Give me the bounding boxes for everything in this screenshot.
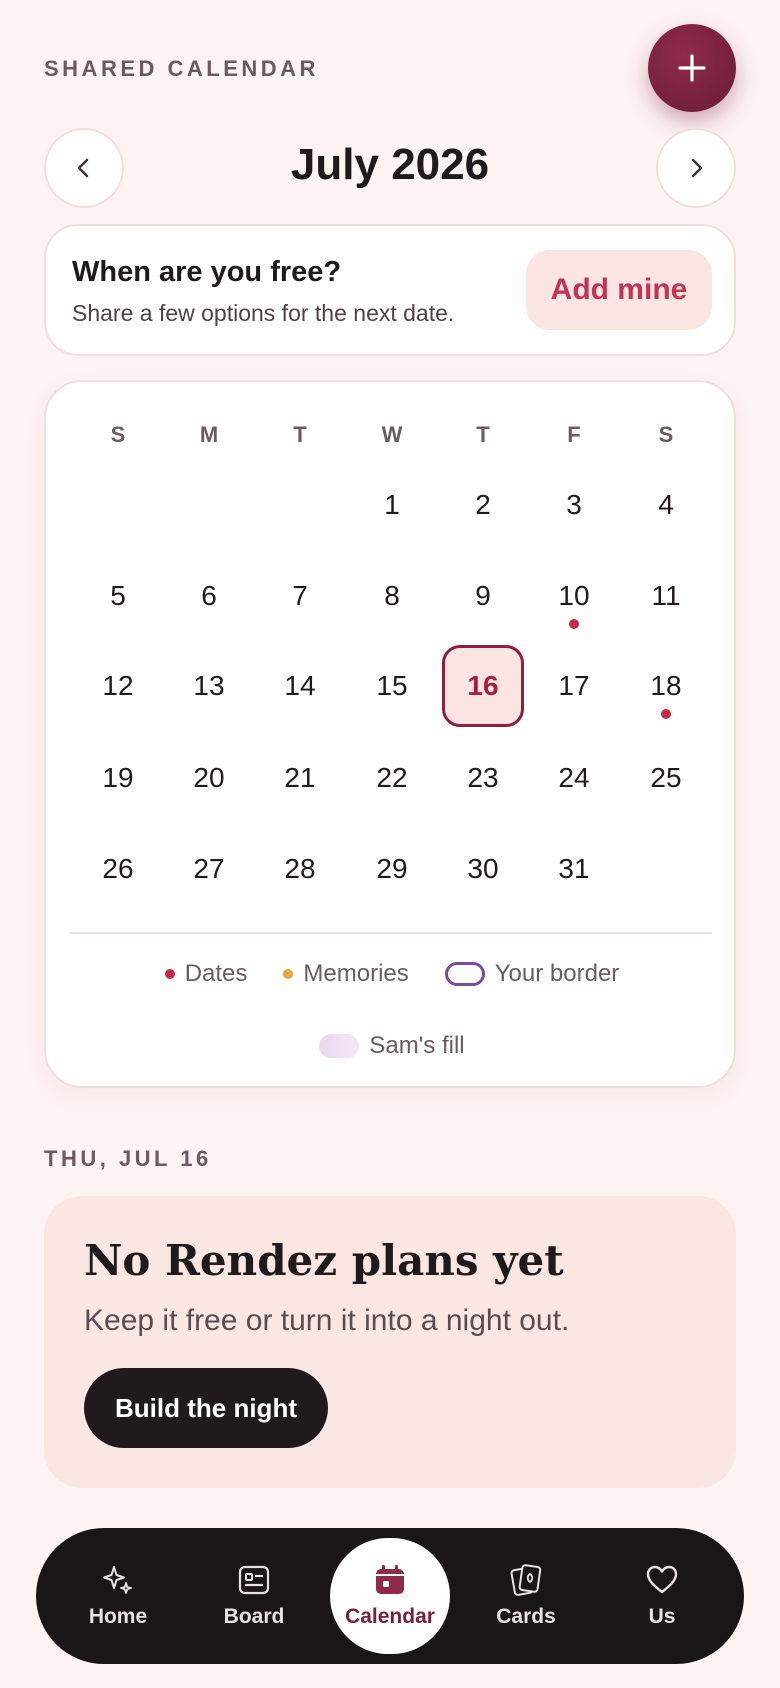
calendar-day[interactable]: 5 bbox=[77, 555, 159, 637]
plan-title: No Rendez plans yet bbox=[84, 1236, 564, 1285]
weekday-label: M bbox=[199, 422, 219, 447]
cards-icon bbox=[510, 1564, 542, 1596]
calendar-day[interactable]: 29 bbox=[351, 828, 433, 910]
memories-dot-icon bbox=[283, 969, 294, 979]
tab-cards-label: Cards bbox=[496, 1605, 556, 1628]
calendar-day[interactable]: 24 bbox=[533, 737, 615, 819]
calendar-day[interactable]: 13 bbox=[168, 645, 250, 727]
calendar-day[interactable]: 31 bbox=[533, 828, 615, 910]
calendar-day[interactable]: 1 bbox=[351, 464, 433, 546]
legend-sams-fill: Sam's fill bbox=[319, 1032, 465, 1060]
tab-home[interactable]: Home bbox=[58, 1542, 178, 1650]
selected-day-label: THU, JUL 16 bbox=[44, 1146, 212, 1171]
calendar-day[interactable]: 20 bbox=[168, 737, 250, 819]
plan-subtitle: Keep it free or turn it into a night out… bbox=[84, 1304, 570, 1337]
calendar-day[interactable]: 23 bbox=[442, 737, 524, 819]
tab-us-label: Us bbox=[648, 1605, 676, 1628]
weekday-label: S bbox=[658, 422, 674, 447]
calendar-day[interactable]: 21 bbox=[259, 737, 341, 819]
sams-fill-swatch-icon bbox=[319, 1034, 360, 1058]
legend-row-2: Sam's fill bbox=[46, 1032, 738, 1060]
calendar-day[interactable]: 12 bbox=[77, 645, 159, 727]
calendar-day[interactable]: 6 bbox=[168, 555, 250, 637]
month-title: July 2026 bbox=[290, 140, 490, 189]
tab-us[interactable]: Us bbox=[602, 1542, 722, 1650]
calendar-day[interactable]: 7 bbox=[259, 555, 341, 637]
calendar-icon bbox=[376, 1565, 404, 1594]
calendar-day[interactable]: 8 bbox=[351, 555, 433, 637]
calendar-day[interactable]: 11 bbox=[625, 555, 707, 637]
date-dot-icon bbox=[661, 709, 671, 719]
legend-memories-label: Memories bbox=[303, 960, 409, 987]
weekday-label: F bbox=[567, 422, 581, 447]
tab-calendar-label: Calendar bbox=[345, 1605, 435, 1628]
calendar-day[interactable]: 28 bbox=[259, 828, 341, 910]
plan-card: No Rendez plans yet Keep it free or turn… bbox=[44, 1196, 736, 1488]
calendar-day[interactable]: 26 bbox=[77, 828, 159, 910]
calendar-day[interactable]: 4 bbox=[625, 464, 707, 546]
weekday-label: S bbox=[110, 422, 126, 447]
chevron-left-icon bbox=[77, 158, 89, 178]
weekday-label: T bbox=[293, 422, 307, 447]
chevron-right-icon bbox=[691, 158, 703, 178]
calendar-day[interactable]: 3 bbox=[533, 464, 615, 546]
legend-memories: Memories bbox=[283, 960, 409, 988]
calendar-day[interactable]: 22 bbox=[351, 737, 433, 819]
legend-dates-label: Dates bbox=[184, 960, 248, 987]
legend-your-border-label: Your border bbox=[494, 960, 620, 987]
calendar-day[interactable]: 27 bbox=[168, 828, 250, 910]
add-event-button[interactable] bbox=[648, 24, 736, 112]
tab-board[interactable]: Board bbox=[194, 1542, 314, 1650]
calendar-day[interactable]: 17 bbox=[533, 645, 615, 727]
tab-home-label: Home bbox=[88, 1605, 148, 1628]
bottom-tab-bar: Home Board Calendar Cards Us bbox=[36, 1528, 744, 1664]
tab-calendar[interactable]: Calendar bbox=[330, 1538, 450, 1654]
weekday-label: T bbox=[476, 422, 490, 447]
availability-card: When are you free? Share a few options f… bbox=[44, 224, 736, 356]
availability-title: When are you free? bbox=[72, 256, 342, 288]
availability-subtitle: Share a few options for the next date. bbox=[72, 300, 455, 326]
calendar-day[interactable]: 30 bbox=[442, 828, 524, 910]
build-the-night-button[interactable]: Build the night bbox=[84, 1368, 328, 1448]
calendar-card: SMTWTFS 1 2 3 4 5 6 7 8 9 10 11 12 13 14 15 16 17 18 19 20 2… bbox=[44, 380, 736, 1088]
calendar-day[interactable]: 15 bbox=[351, 645, 433, 727]
sparkle-icon bbox=[103, 1566, 132, 1594]
board-icon bbox=[238, 1565, 270, 1595]
legend-sams-fill-label: Sam's fill bbox=[369, 1032, 465, 1059]
legend-your-border: Your border bbox=[444, 960, 620, 988]
calendar-day-selected[interactable]: 16 bbox=[442, 645, 524, 727]
dates-dot-icon bbox=[164, 969, 175, 979]
calendar-day[interactable]: 25 bbox=[625, 737, 707, 819]
legend-dates: Dates bbox=[164, 960, 248, 988]
next-month-button[interactable] bbox=[656, 128, 736, 208]
prev-month-button[interactable] bbox=[44, 128, 124, 208]
calendar-day[interactable]: 9 bbox=[442, 555, 524, 637]
your-border-swatch-icon bbox=[444, 962, 485, 986]
calendar-day[interactable]: 19 bbox=[77, 737, 159, 819]
calendar-day[interactable]: 14 bbox=[259, 645, 341, 727]
legend-row-1: Dates Memories Your border bbox=[46, 960, 738, 988]
divider bbox=[70, 932, 712, 934]
section-label-shared-calendar: SHARED CALENDAR bbox=[44, 56, 319, 81]
tab-board-label: Board bbox=[223, 1605, 285, 1628]
plus-icon bbox=[678, 54, 706, 82]
date-dot-icon bbox=[569, 619, 579, 629]
add-mine-button[interactable]: Add mine bbox=[526, 250, 712, 330]
calendar-day[interactable]: 2 bbox=[442, 464, 524, 546]
weekday-label: W bbox=[381, 422, 403, 447]
tab-cards[interactable]: Cards bbox=[466, 1542, 586, 1650]
heart-icon bbox=[646, 1565, 678, 1594]
